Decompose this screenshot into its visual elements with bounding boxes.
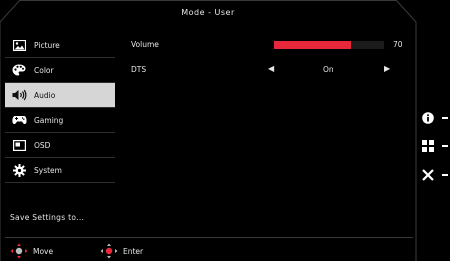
grid-key[interactable] [422, 136, 450, 156]
menu-item-label: Picture [34, 40, 60, 50]
menu-item-label: Color [34, 65, 54, 75]
arrow-left-icon[interactable]: ◀ [268, 64, 274, 73]
close-key[interactable] [422, 165, 450, 185]
palette-icon [9, 62, 29, 78]
move-hint: Move [10, 243, 53, 259]
main-menu: Picture Color Audio Gaming OSD System [5, 33, 115, 183]
menu-item-system[interactable]: System [5, 158, 115, 183]
menu-item-label: System [34, 165, 62, 175]
dts-row[interactable]: DTS ◀ On ▶ [131, 62, 411, 87]
key-dash [442, 145, 448, 147]
dts-label: DTS [131, 65, 147, 74]
menu-item-audio[interactable]: Audio [5, 83, 115, 108]
menu-item-osd[interactable]: OSD [5, 133, 115, 158]
menu-item-label: OSD [34, 140, 51, 150]
info-key[interactable] [422, 108, 450, 128]
footer-divider [5, 237, 413, 238]
key-dash [442, 117, 448, 119]
move-label: Move [33, 246, 54, 256]
grid-icon [422, 137, 434, 156]
volume-slider-fill [274, 41, 351, 49]
enter-label: Enter [123, 246, 144, 256]
dts-value: On [323, 65, 334, 74]
dpad-move-icon [10, 243, 28, 259]
volume-row[interactable]: Volume 70 [131, 37, 411, 62]
volume-value: 70 [393, 40, 403, 49]
gear-icon [9, 162, 29, 178]
menu-item-label: Gaming [34, 115, 64, 125]
key-dash [442, 174, 448, 176]
arrow-right-icon[interactable]: ▶ [384, 64, 390, 73]
speaker-icon [9, 87, 29, 103]
dpad-enter-icon [100, 243, 118, 259]
close-icon [422, 166, 434, 185]
menu-item-gaming[interactable]: Gaming [5, 108, 115, 133]
picture-icon [9, 37, 29, 53]
info-icon [422, 109, 434, 128]
menu-item-label: Audio [34, 90, 56, 100]
volume-label: Volume [131, 40, 159, 49]
save-settings-button[interactable]: Save Settings to... [10, 213, 84, 222]
osd-icon [9, 137, 29, 153]
enter-hint: Enter [100, 243, 143, 259]
volume-slider[interactable] [274, 41, 384, 49]
menu-item-picture[interactable]: Picture [5, 33, 115, 58]
audio-settings-panel: Volume 70 DTS ◀ On ▶ [131, 37, 411, 87]
menu-item-color[interactable]: Color [5, 58, 115, 83]
page-title: Mode - User [181, 8, 235, 17]
gamepad-icon [9, 112, 29, 128]
